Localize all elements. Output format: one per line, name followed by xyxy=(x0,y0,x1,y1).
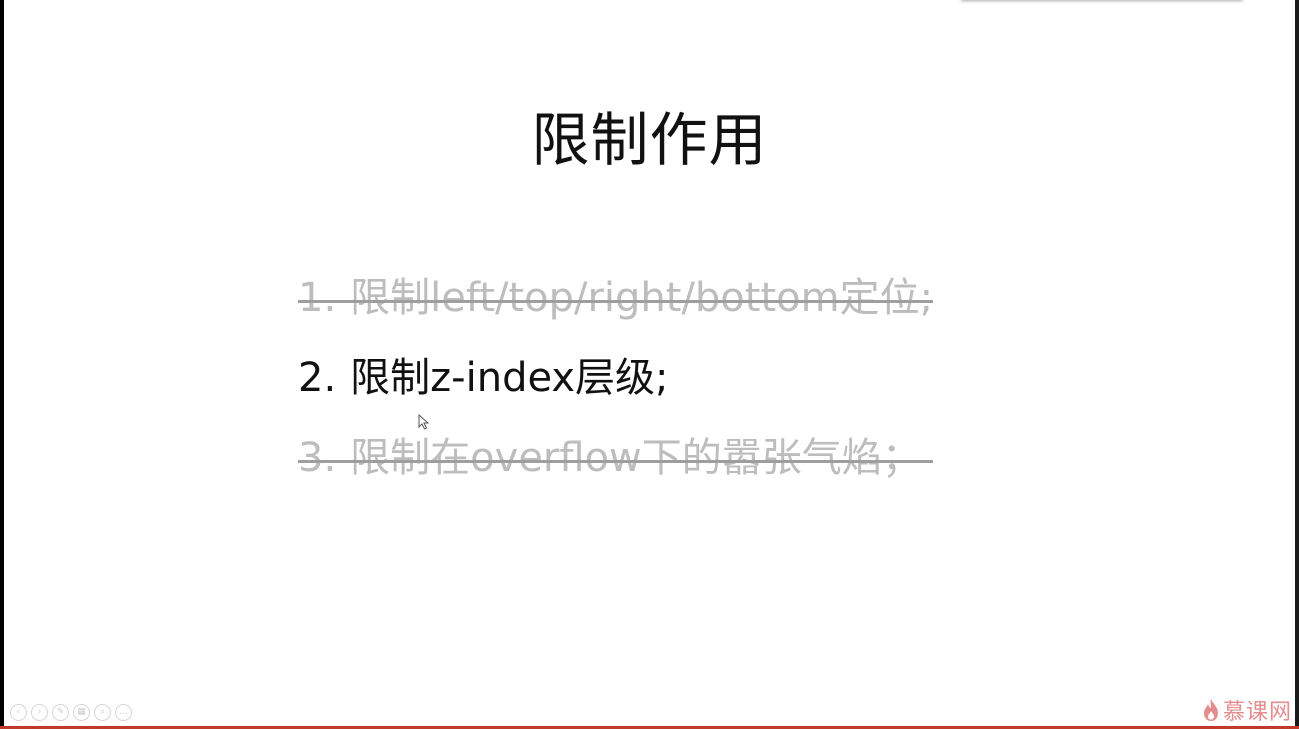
list-item-number: 3. xyxy=(298,435,337,481)
pen-button[interactable]: ✎ xyxy=(52,704,69,721)
zoom-icon: ⌕ xyxy=(99,707,106,717)
list-item-overflow: 3. 限制在overflow下的嚣张气焰； xyxy=(298,430,934,486)
more-options-button[interactable]: … xyxy=(115,704,132,721)
chevron-right-icon: › xyxy=(37,707,42,717)
grid-icon: ▦ xyxy=(77,707,86,717)
zoom-button[interactable]: ⌕ xyxy=(94,704,111,721)
list-item-text: 限制在overflow下的嚣张气焰； xyxy=(350,435,922,481)
chevron-left-icon: ‹ xyxy=(16,707,21,717)
list-item-left-top-right-bottom: 1. 限制left/top/right/bottom定位; xyxy=(298,270,934,326)
slide-item-list: 1. 限制left/top/right/bottom定位; 2. 限制z-index… xyxy=(298,270,934,510)
watermark-text: 慕课网 xyxy=(1223,700,1293,725)
pen-icon: ✎ xyxy=(56,707,65,717)
list-item-text: 限制z-index层级; xyxy=(350,355,669,401)
slideshow-controls: ‹ › ✎ ▦ ⌕ … xyxy=(10,704,132,721)
previous-slide-button[interactable]: ‹ xyxy=(10,704,27,721)
list-item-text: 限制left/top/right/bottom定位; xyxy=(350,275,934,321)
window-edge xyxy=(1295,0,1299,726)
slide-title: 限制作用 xyxy=(531,106,768,174)
ellipsis-icon: … xyxy=(119,707,128,717)
flame-logo-icon xyxy=(1204,699,1218,721)
list-item-number: 2. xyxy=(298,355,337,401)
mouse-pointer-icon xyxy=(418,414,430,430)
list-item-number: 1. xyxy=(298,275,337,321)
slides-overview-button[interactable]: ▦ xyxy=(73,704,90,721)
list-item-z-index: 2. 限制z-index层级; xyxy=(298,350,933,406)
next-slide-button[interactable]: › xyxy=(31,704,48,721)
watermark: 慕课网 xyxy=(1202,694,1292,726)
slide-canvas: 限制作用 1. 限制left/top/right/bottom定位; 2. 限制z-… xyxy=(4,0,1295,726)
